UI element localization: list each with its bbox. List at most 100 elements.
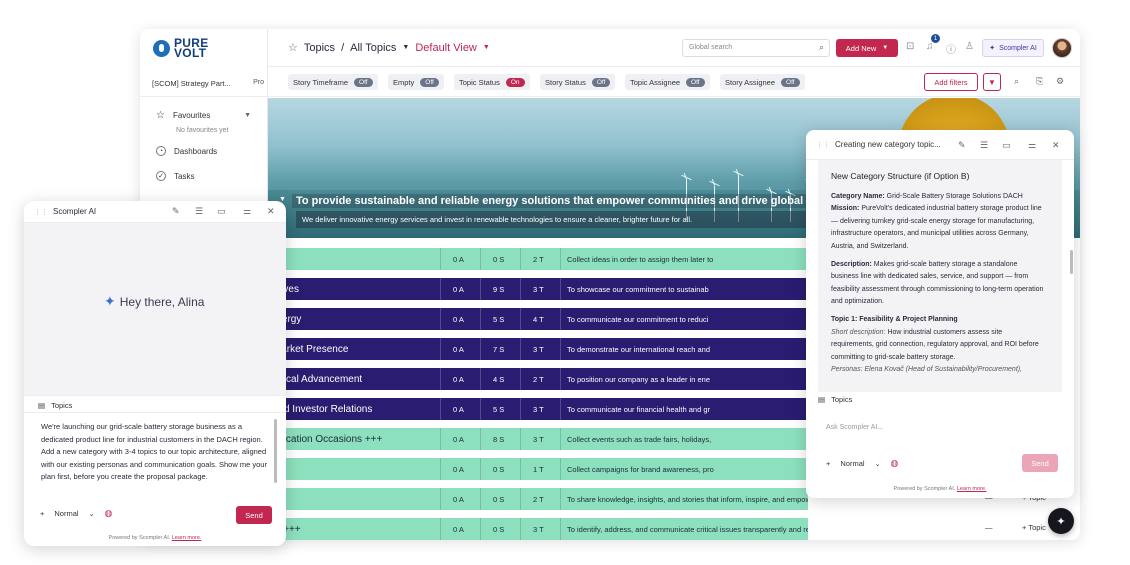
mode-select[interactable]: Normal <box>54 509 78 518</box>
sliders-icon[interactable]: ⚌ <box>243 206 251 217</box>
document-icon: ▤ <box>818 395 826 404</box>
row-count-s: 0 S <box>480 458 520 480</box>
add-topic-button[interactable]: + Topic <box>1022 523 1046 532</box>
bell-icon[interactable]: ♫ <box>926 41 934 52</box>
row-count-s: 7 S <box>480 338 520 360</box>
plus-icon[interactable]: + <box>40 509 44 518</box>
filter-chip-story-assignee[interactable]: Story Assignee Off <box>720 74 805 90</box>
caret-down-icon[interactable]: ▼ <box>402 44 409 51</box>
add-new-button[interactable]: Add New ▼ <box>836 39 898 57</box>
list-icon[interactable]: ☰ <box>980 140 988 151</box>
list-icon[interactable]: ☰ <box>195 206 203 217</box>
edit-icon[interactable]: ✎ <box>172 206 180 217</box>
label: Category Name: <box>831 192 885 200</box>
chat-icon[interactable]: ▭ <box>217 206 226 217</box>
logo[interactable]: PURE VOLT <box>153 36 209 60</box>
global-search-input[interactable]: Global search ⌕ <box>682 39 830 57</box>
globe-icon[interactable]: ◍ <box>890 458 898 469</box>
filter-chip-topic-assignee[interactable]: Topic Assignee Off <box>625 74 710 90</box>
crumb-topics[interactable]: Topics <box>304 42 335 54</box>
ask-ai-input[interactable]: Ask Scompler AI... <box>826 424 883 431</box>
chevron-down-icon[interactable]: ⌄ <box>875 460 881 468</box>
row-count-t: 4 T <box>520 308 560 330</box>
toggle-off[interactable]: Off <box>354 77 373 87</box>
learn-more-link[interactable]: Learn more. <box>172 535 202 541</box>
caret-down-icon[interactable]: ▼ <box>483 44 490 51</box>
toggle-off[interactable]: Off <box>420 77 439 87</box>
briefcase-icon[interactable]: ⊡ <box>906 41 914 52</box>
filter-chip-story-timeframe[interactable]: Story Timeframe Off <box>288 74 378 90</box>
sliders-icon[interactable]: ⚌ <box>1028 140 1036 151</box>
row-description: Collect campaigns for brand awareness, p… <box>560 458 808 480</box>
close-icon[interactable]: ✕ <box>1052 140 1060 151</box>
row-count-t: 3 T <box>520 338 560 360</box>
value: PureVolt's dedicated industrial battery … <box>831 205 1042 250</box>
chevron-down-icon[interactable]: ⌄ <box>89 510 95 518</box>
toggle-off[interactable]: Off <box>781 77 800 87</box>
plus-icon[interactable]: + <box>826 459 830 468</box>
toggle-off[interactable]: Off <box>591 77 611 87</box>
row-count-a: 0 A <box>440 458 480 480</box>
edit-icon[interactable]: ✎ <box>958 140 966 151</box>
user-icon[interactable]: ♙ <box>965 41 974 52</box>
row-description: To position our company as a leader in e… <box>560 368 808 390</box>
drag-handle-icon[interactable]: ⋮⋮ <box>816 141 830 149</box>
add-new-label: Add New <box>845 43 877 53</box>
sidebar-item-favourites[interactable]: ☆ Favourites <box>156 110 210 121</box>
scompler-ai-button[interactable]: ✦ Scompler AI <box>982 39 1044 57</box>
filter-chip-empty[interactable]: Empty Off <box>388 74 444 90</box>
dashboard-icon: ◔ <box>156 146 166 156</box>
drag-handle-icon[interactable]: ⋮⋮ <box>34 208 48 216</box>
sidebar-item-label: Dashboards <box>174 146 218 156</box>
chevron-down-icon[interactable]: ▼ <box>244 112 251 119</box>
breadcrumb: ☆ Topics / All Topics ▼ Default View ▼ <box>288 41 490 55</box>
gear-icon[interactable]: ⚙ <box>1056 76 1064 87</box>
add-filters-button[interactable]: Add filters <box>924 73 978 91</box>
search-icon[interactable]: ⌕ <box>1014 76 1019 87</box>
prompt-input[interactable]: We're launching our grid-scale battery s… <box>41 421 269 484</box>
workspace-switcher[interactable]: [SCOM] Strategy Part... Pro <box>152 79 264 88</box>
ai-proposal-panel: ⋮⋮ Creating new category topic... ✎ ☰ ▭ … <box>806 130 1074 498</box>
scrollbar[interactable] <box>274 419 277 483</box>
view-selector[interactable]: Default View <box>415 42 477 54</box>
topic-1: Topic 1: Feasibility & Project Planning … <box>831 314 1046 377</box>
chat-icon[interactable]: ▭ <box>1002 140 1011 151</box>
learn-more-link[interactable]: Learn more. <box>957 486 987 492</box>
logo-text: PURE VOLT <box>174 36 209 60</box>
toggle-on[interactable]: On <box>505 77 525 87</box>
avatar[interactable] <box>1052 38 1072 58</box>
ai-sparkle-fab[interactable]: ✦ <box>1048 508 1074 534</box>
chat-body: ✦ Hey there, Alina <box>24 223 286 395</box>
context-topics[interactable]: ▤ Topics <box>24 395 286 413</box>
chip-label: Story Timeframe <box>293 77 349 87</box>
globe-icon[interactable]: ◍ <box>104 508 112 519</box>
toggle-off[interactable]: Off <box>686 77 705 87</box>
sidebar-item-dashboards[interactable]: ◔ Dashboards <box>156 146 217 156</box>
powered-text: Powered by Scompler AI. <box>893 486 956 492</box>
topic-title: Topic 1: Feasibility & Project Planning <box>831 315 958 323</box>
funnel-icon[interactable]: ▼ <box>983 73 1001 91</box>
sidebar-item-tasks[interactable]: ✓ Tasks <box>156 171 194 181</box>
logo-mark-icon <box>153 39 170 57</box>
ai-chat-panel: ⋮⋮ Scompler AI ✎ ☰ ▭ ⚌ ✕ ✦ Hey there, Al… <box>24 201 286 546</box>
row-count-a: 0 A <box>440 518 480 540</box>
row-count-t: 2 T <box>520 368 560 390</box>
row-description: To communicate our financial health and … <box>560 398 808 420</box>
close-icon[interactable]: ✕ <box>267 206 275 217</box>
sidebar-divider <box>140 96 268 97</box>
send-button[interactable]: Send <box>1022 454 1058 472</box>
scrollbar[interactable] <box>1070 250 1073 274</box>
star-icon[interactable]: ☆ <box>288 41 298 54</box>
search-placeholder: Global search <box>689 44 733 51</box>
info-icon[interactable]: ⓘ <box>946 41 956 56</box>
filter-chip-story-status[interactable]: Story Status Off <box>540 74 616 90</box>
filter-chip-topic-status[interactable]: Topic Status On <box>454 74 530 90</box>
crumb-all-topics[interactable]: All Topics <box>350 42 396 54</box>
send-button[interactable]: Send <box>236 506 272 524</box>
export-icon[interactable]: ⎘ <box>1036 76 1043 87</box>
row-count-s: 4 S <box>480 368 520 390</box>
context-topics[interactable]: ▤ Topics <box>818 395 1062 404</box>
mode-select[interactable]: Normal <box>840 459 864 468</box>
search-icon: ⌕ <box>818 42 824 52</box>
row-count-a: 0 A <box>440 398 480 420</box>
